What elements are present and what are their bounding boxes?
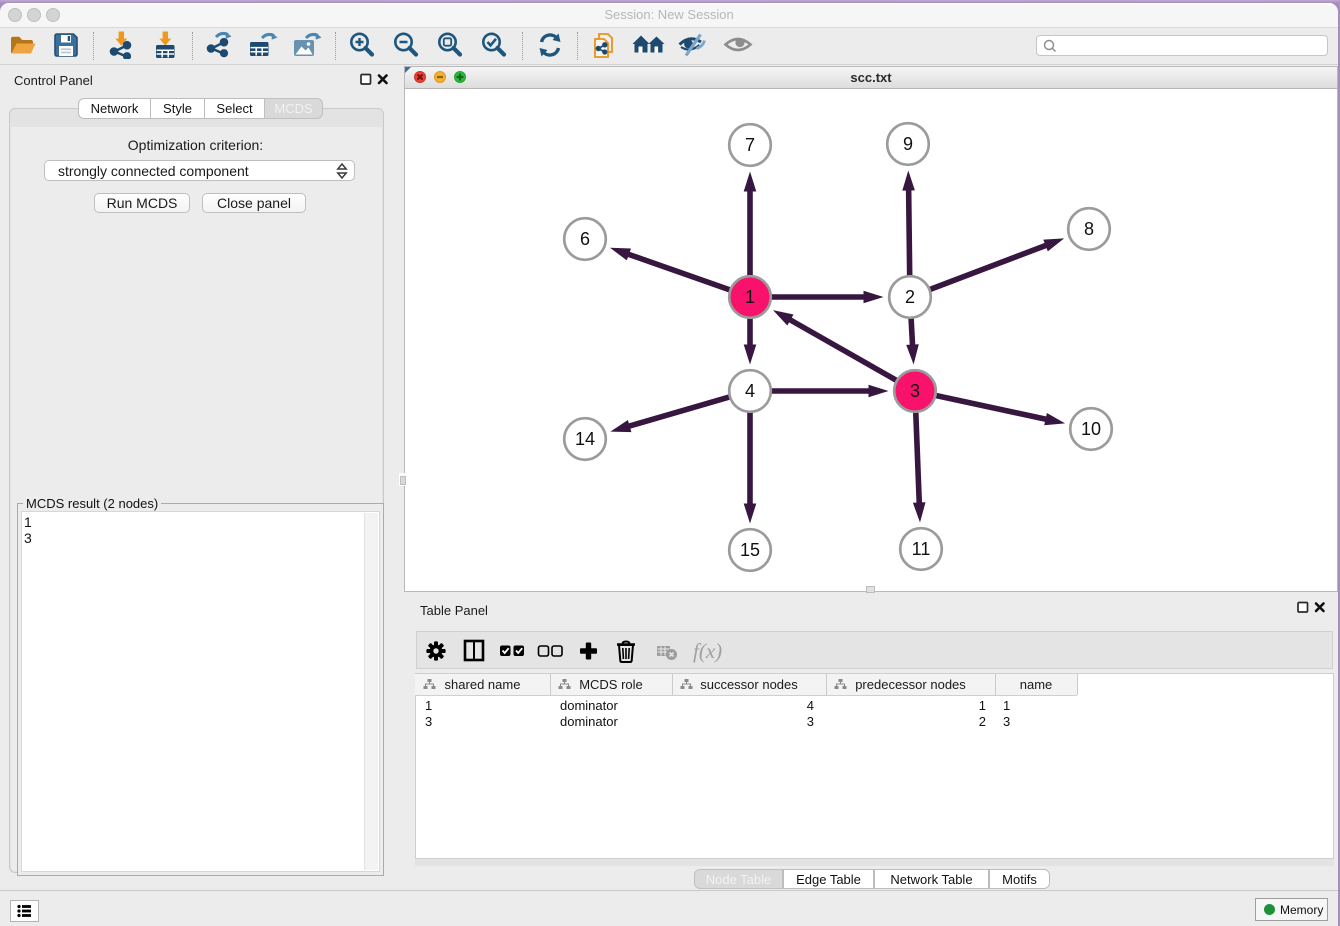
svg-text:14: 14 [575, 429, 595, 449]
svg-text:11: 11 [912, 539, 931, 559]
svg-text:6: 6 [580, 229, 590, 249]
svg-text:8: 8 [1084, 219, 1094, 239]
svg-text:4: 4 [745, 381, 755, 401]
svg-text:3: 3 [910, 381, 920, 401]
svg-text:7: 7 [745, 135, 755, 155]
svg-text:9: 9 [903, 134, 913, 154]
svg-text:10: 10 [1081, 419, 1101, 439]
svg-text:2: 2 [905, 287, 915, 307]
svg-text:15: 15 [740, 540, 760, 560]
svg-text:1: 1 [745, 287, 755, 307]
svg-text:f(x): f(x) [693, 639, 722, 663]
